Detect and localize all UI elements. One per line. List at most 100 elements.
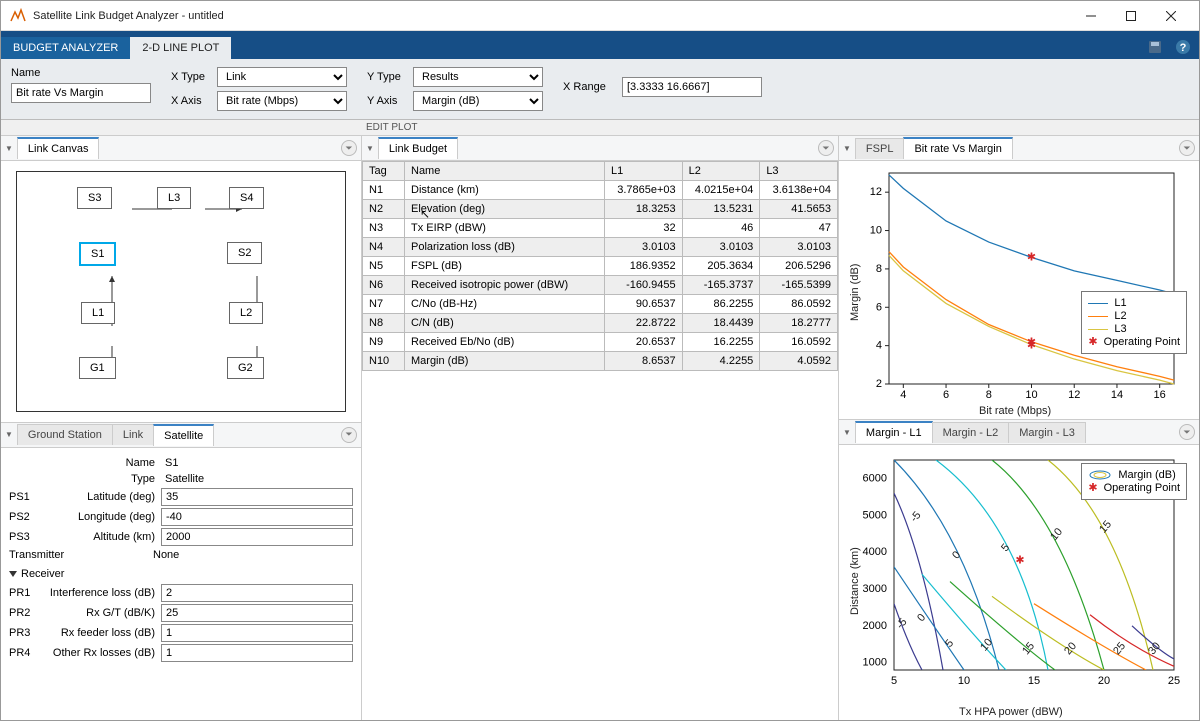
xlabel: Bit rate (Mbps) — [979, 405, 1051, 417]
triangle-down-icon — [9, 571, 17, 577]
latitude-input[interactable] — [161, 488, 353, 506]
table-row[interactable]: N6Received isotropic power (dBW)-160.945… — [363, 276, 838, 295]
xtype-label: X Type — [171, 71, 213, 83]
line-chart-legend: L1 L2 L3 ✱Operating Point — [1081, 291, 1187, 354]
panel-menu-icon[interactable]: ⏷ — [341, 140, 357, 156]
line-chart[interactable]: 4681012141624681012✱✱✱ L1 L2 L3 ✱Operati… — [839, 161, 1199, 419]
chevron-down-icon[interactable]: ▼ — [843, 428, 851, 437]
node-g2[interactable]: G2 — [227, 357, 264, 379]
transmitter-value: None — [149, 548, 353, 562]
node-g1[interactable]: G1 — [79, 357, 116, 379]
table-row[interactable]: N10Margin (dB)8.65374.22554.0592 — [363, 352, 838, 371]
svg-text:12: 12 — [870, 186, 882, 198]
chevron-down-icon[interactable]: ▼ — [843, 144, 851, 153]
close-button[interactable] — [1151, 2, 1191, 30]
chevron-down-icon[interactable]: ▼ — [5, 430, 13, 439]
table-row[interactable]: N4Polarization loss (dB)3.01033.01033.01… — [363, 238, 838, 257]
svg-text:✱: ✱ — [1027, 339, 1036, 351]
chevron-down-icon[interactable]: ▼ — [366, 144, 374, 153]
panel-menu-icon[interactable]: ⏷ — [1179, 424, 1195, 440]
tab-link[interactable]: Link — [112, 424, 154, 445]
node-s4[interactable]: S4 — [229, 187, 264, 209]
tab-ground-station[interactable]: Ground Station — [17, 424, 113, 445]
svg-text:15: 15 — [1028, 675, 1040, 687]
table-row[interactable]: N8C/N (dB)22.872218.443918.2777 — [363, 314, 838, 333]
svg-text:12: 12 — [1068, 389, 1080, 401]
save-icon[interactable] — [1143, 35, 1167, 59]
svg-text:2: 2 — [876, 378, 882, 390]
chevron-down-icon[interactable]: ▼ — [5, 144, 13, 153]
table-row[interactable]: N5FSPL (dB)186.9352205.3634206.5296 — [363, 257, 838, 276]
link-canvas[interactable]: S3 L3 S4 S1 S2 L1 L2 G1 G2 — [1, 161, 361, 422]
svg-text:✱: ✱ — [1027, 251, 1036, 263]
tab-margin-l2[interactable]: Margin - L2 — [932, 422, 1010, 443]
help-icon[interactable]: ? — [1171, 35, 1195, 59]
contour-xlabel: Tx HPA power (dBW) — [959, 706, 1063, 718]
panel-menu-icon[interactable]: ⏷ — [1179, 140, 1195, 156]
ytype-select[interactable]: Results — [413, 67, 543, 87]
node-l3[interactable]: L3 — [157, 187, 191, 209]
node-s1[interactable]: S1 — [79, 242, 116, 266]
xrange-label: X Range — [563, 81, 618, 93]
altitude-input[interactable] — [161, 528, 353, 546]
xtype-select[interactable]: Link — [217, 67, 347, 87]
interference-loss-input[interactable] — [161, 584, 353, 602]
satellite-properties: NameS1 TypeSatellite PS1Latitude (deg) P… — [1, 448, 361, 721]
other-rx-loss-input[interactable] — [161, 644, 353, 662]
node-s2[interactable]: S2 — [227, 242, 262, 264]
svg-text:3000: 3000 — [863, 583, 887, 595]
svg-text:4: 4 — [900, 389, 906, 401]
edit-plot-toolbar: Name X TypeLink X AxisBit rate (Mbps) Y … — [1, 59, 1199, 120]
window-title: Satellite Link Budget Analyzer - untitle… — [33, 10, 1071, 22]
longitude-input[interactable] — [161, 508, 353, 526]
svg-text:8: 8 — [986, 389, 992, 401]
svg-text:4: 4 — [876, 340, 882, 352]
transmitter-label: Transmitter — [9, 549, 89, 561]
yaxis-label: Y Axis — [367, 95, 409, 107]
name-input[interactable] — [11, 83, 151, 103]
titlebar: Satellite Link Budget Analyzer - untitle… — [1, 1, 1199, 31]
cursor-icon: ↖ — [420, 207, 430, 221]
node-l2[interactable]: L2 — [229, 302, 263, 324]
node-s3[interactable]: S3 — [77, 187, 112, 209]
svg-text:14: 14 — [1111, 389, 1123, 401]
link-canvas-header: ▼ Link Canvas ⏷ — [1, 135, 361, 161]
xaxis-label: X Axis — [171, 95, 213, 107]
tab-fspl[interactable]: FSPL — [855, 138, 905, 159]
tab-satellite[interactable]: Satellite — [153, 424, 214, 446]
link-budget-tab[interactable]: Link Budget — [378, 137, 458, 159]
link-canvas-tab[interactable]: Link Canvas — [17, 137, 100, 159]
xaxis-select[interactable]: Bit rate (Mbps) — [217, 91, 347, 111]
svg-text:2000: 2000 — [863, 620, 887, 632]
xrange-input[interactable] — [622, 77, 762, 97]
tab-budget-analyzer[interactable]: BUDGET ANALYZER — [1, 37, 130, 59]
svg-text:25: 25 — [1168, 675, 1180, 687]
table-row[interactable]: N2Elevation (deg)18.325313.523141.5653 — [363, 200, 838, 219]
yaxis-select[interactable]: Margin (dB) — [413, 91, 543, 111]
table-row[interactable]: N3Tx EIRP (dBW)324647 — [363, 219, 838, 238]
ylabel: Margin (dB) — [849, 264, 861, 321]
right-bottom-tabs: ▼ Margin - L1 Margin - L2 Margin - L3 ⏷ — [839, 419, 1199, 445]
rx-gt-input[interactable] — [161, 604, 353, 622]
tab-margin-l1[interactable]: Margin - L1 — [855, 421, 933, 443]
svg-text:10: 10 — [1025, 389, 1037, 401]
prop-type-label: Type — [45, 473, 155, 485]
panel-menu-icon[interactable]: ⏷ — [341, 427, 357, 443]
receiver-section-toggle[interactable]: Receiver — [9, 568, 353, 580]
ribbon-tabs: BUDGET ANALYZER 2-D LINE PLOT ? — [1, 31, 1199, 59]
table-row[interactable]: N7C/No (dB-Hz)90.653786.225586.0592 — [363, 295, 838, 314]
minimize-button[interactable] — [1071, 2, 1111, 30]
contour-chart[interactable]: 510152025100020003000400050006000-505101… — [839, 445, 1199, 720]
tab-bitrate-vs-margin[interactable]: Bit rate Vs Margin — [903, 137, 1012, 159]
table-row[interactable]: N9Received Eb/No (dB)20.653716.225516.05… — [363, 333, 838, 352]
rx-feeder-loss-input[interactable] — [161, 624, 353, 642]
panel-menu-icon[interactable]: ⏷ — [818, 140, 834, 156]
svg-text:6: 6 — [876, 301, 882, 313]
node-l1[interactable]: L1 — [81, 302, 115, 324]
tab-2d-line-plot[interactable]: 2-D LINE PLOT — [130, 37, 231, 59]
link-budget-table[interactable]: Tag Name L1 L2 L3 N1Distance (km)3.7865e… — [362, 161, 838, 371]
table-row[interactable]: N1Distance (km)3.7865e+034.0215e+043.613… — [363, 181, 838, 200]
tab-margin-l3[interactable]: Margin - L3 — [1008, 422, 1086, 443]
link-budget-header: ▼ Link Budget ⏷ — [362, 135, 838, 161]
maximize-button[interactable] — [1111, 2, 1151, 30]
